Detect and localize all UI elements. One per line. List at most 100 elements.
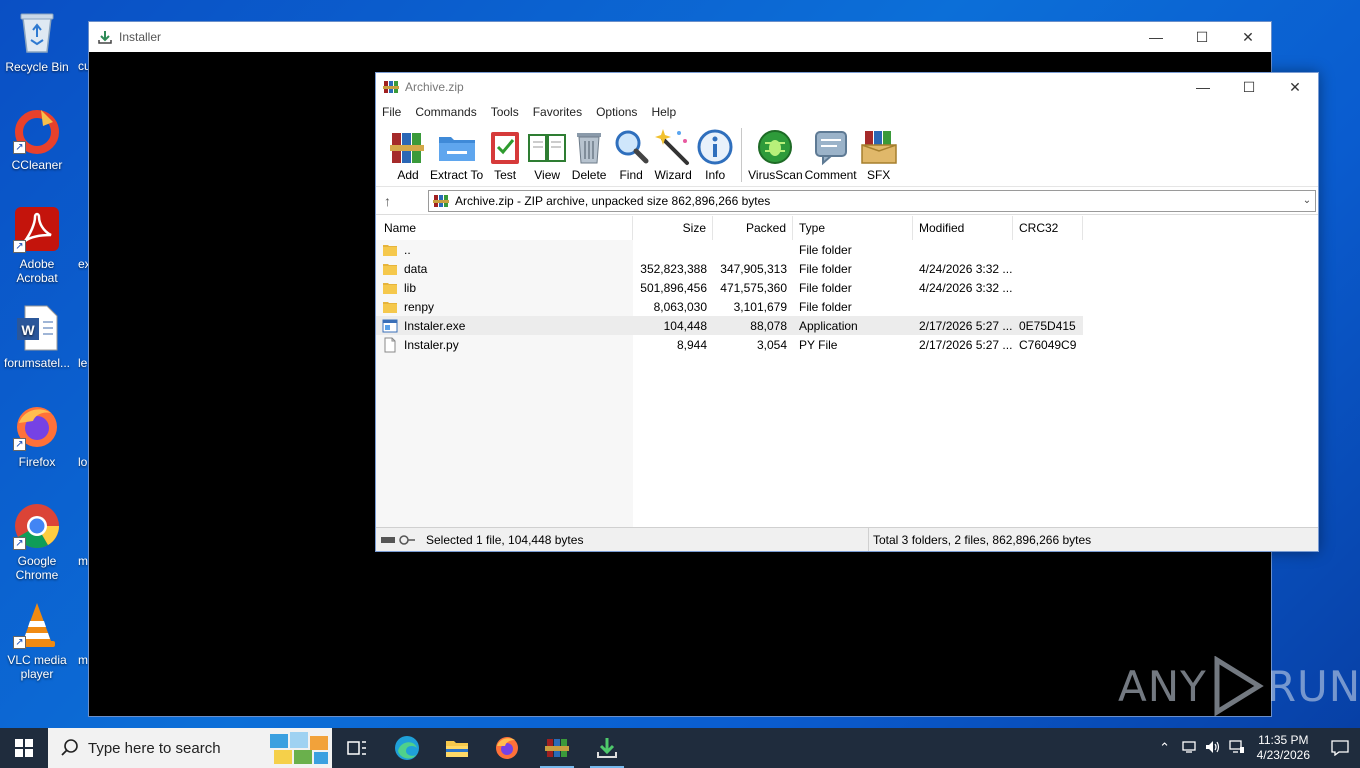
add-books-icon [388,127,428,167]
file-name-cell: Instaler.py [376,337,633,353]
taskbar: Type here to search ⌃ 11:35 PM 4/23/2026 [0,728,1360,768]
winrar-window[interactable]: Archive.zip — ☐ ✕ File Commands Tools Fa… [375,72,1319,552]
column-header-crc32[interactable]: CRC32 [1013,216,1083,240]
find-button[interactable]: Find [611,123,651,182]
winrar-app-icon [545,739,569,757]
shortcut-arrow-icon: ↗ [13,141,26,154]
table-row[interactable]: lib 501,896,456 471,575,360 File folder 4/24… [376,278,1318,297]
menu-options[interactable]: Options [596,105,637,119]
shortcut-arrow-icon: ↗ [13,240,26,253]
search-box[interactable]: Type here to search [48,728,332,768]
clock-time: 11:35 PM [1258,733,1309,747]
taskbar-firefox[interactable] [482,728,532,768]
close-icon: ✕ [1289,78,1301,95]
close-button[interactable]: ✕ [1272,73,1318,101]
menu-tools[interactable]: Tools [491,105,519,119]
acrobat-icon: ↗ [13,205,61,253]
bug-scan-icon [755,127,795,167]
wizard-button[interactable]: Wizard [653,123,693,182]
maximize-button[interactable]: ☐ [1179,22,1225,52]
task-view-button[interactable] [332,728,382,768]
taskbar-file-explorer[interactable] [432,728,482,768]
taskbar-installer[interactable] [582,728,632,768]
up-folder-button[interactable]: ↑ [384,193,412,209]
table-row[interactable]: renpy 8,063,030 3,101,679 File folder [376,297,1318,316]
close-button[interactable]: ✕ [1225,22,1271,52]
clock[interactable]: 11:35 PM 4/23/2026 [1249,733,1320,763]
ccleaner-icon: ↗ [13,106,61,154]
table-row[interactable]: Instaler.exe 104,448 88,078 Application 2/17… [376,316,1083,335]
file-name-cell: .. [376,242,633,258]
add-button[interactable]: Add [388,123,428,182]
installer-title: Installer [119,30,162,44]
table-row[interactable]: Instaler.py 8,944 3,054 PY File 2/17/2026 5:… [376,335,1318,354]
display-network-icon[interactable] [1225,739,1249,757]
toolbar-label: Info [705,168,726,182]
path-combobox[interactable]: Archive.zip - ZIP archive, unpacked size… [428,189,1316,212]
comment-button[interactable]: Comment [805,123,857,182]
toolbar-separator [741,128,743,182]
virusscan-button[interactable]: VirusScan [748,123,803,182]
chevron-up-icon[interactable]: ⌃ [1153,740,1177,756]
network-icon[interactable] [1177,740,1201,757]
menu-file[interactable]: File [382,105,401,119]
comment-icon [811,127,851,167]
column-header-type[interactable]: Type [793,216,913,240]
file-crc-cell: C76049C9 [1019,337,1077,352]
close-icon: ✕ [1242,28,1254,45]
file-modified-cell: 2/17/2026 5:27 ... [919,337,1013,352]
file-size-cell: 8,063,030 [653,299,707,314]
wand-icon [653,127,693,167]
toolbar-label: Wizard [654,168,692,182]
table-row[interactable]: data 352,823,388 347,905,313 File folder 4/2… [376,259,1318,278]
task-view-icon [347,741,366,755]
delete-button[interactable]: Delete [569,123,609,182]
menu-commands[interactable]: Commands [415,105,476,119]
chevron-down-icon[interactable]: ⌄ [1299,195,1315,206]
desktop-icon-firefox[interactable]: ↗ Firefox [0,403,74,469]
taskbar-edge[interactable] [382,728,432,768]
table-row[interactable]: .. File folder [376,240,1318,259]
menu-favorites[interactable]: Favorites [533,105,582,119]
file-type-cell: File folder [799,242,852,257]
file-packed-cell: 3,054 [756,337,787,352]
desktop-icon-recycle-bin[interactable]: Recycle Bin [0,8,74,74]
toolbar-label: Add [397,168,419,182]
status-total: Total 3 folders, 2 files, 862,896,266 by… [873,532,1092,547]
maximize-button[interactable]: ☐ [1226,73,1272,101]
test-button[interactable]: Test [485,123,525,182]
status-bar: Selected 1 file, 104,448 bytes Total 3 f… [376,527,1318,551]
taskbar-winrar[interactable] [532,728,582,768]
menu-help[interactable]: Help [651,105,676,119]
file-type-cell: File folder [799,299,852,314]
shortcut-arrow-icon: ↗ [13,438,26,451]
column-header-packed[interactable]: Packed [713,216,793,240]
desktop-icon-vlc[interactable]: ↗ VLC media player [0,601,74,681]
file-size-cell: 104,448 [663,318,707,333]
desktop-icon-ccleaner[interactable]: ↗ CCleaner [0,106,74,172]
column-header-modified[interactable]: Modified [913,216,1013,240]
extract-to-button[interactable]: Extract To [430,123,483,182]
toolbar-label: Delete [571,168,607,182]
column-header-size[interactable]: Size [633,216,713,240]
sfx-button[interactable]: SFX [859,123,899,182]
edge-icon [395,736,419,760]
info-button[interactable]: Info [695,123,735,182]
desktop-icon-adobe-acrobat[interactable]: ↗ Adobe Acrobat [0,205,74,285]
file-list[interactable]: ⌃ Name Size Packed Type Modified CRC32 .… [376,216,1318,527]
installer-title-bar[interactable]: Installer [89,22,1271,52]
search-highlight-puzzle-icon [270,732,328,764]
desktop-icon-google-chrome[interactable]: ↗ Google Chrome [0,502,74,582]
winrar-title-bar[interactable]: Archive.zip [376,73,1318,101]
info-icon [695,127,735,167]
desktop-icon-word-doc[interactable]: W forumsatel... [0,304,74,370]
volume-icon[interactable] [1201,740,1225,757]
notification-center-button[interactable] [1320,740,1360,756]
minimize-button[interactable]: — [1180,73,1226,101]
file-modified-cell: 4/24/2026 3:32 ... [919,261,1013,276]
minimize-button[interactable]: — [1133,22,1179,52]
file-crc-cell: 0E75D415 [1019,318,1076,333]
view-button[interactable]: View [527,123,567,182]
search-icon [61,739,78,756]
start-button[interactable] [0,728,48,768]
